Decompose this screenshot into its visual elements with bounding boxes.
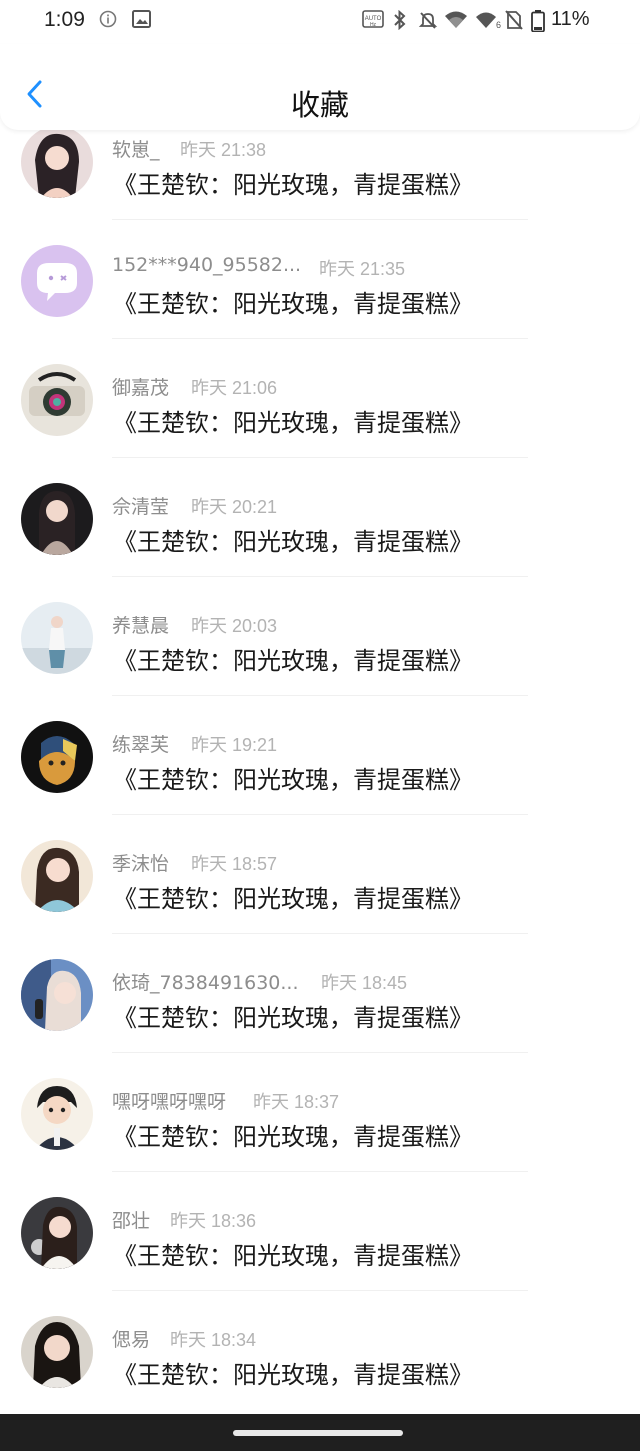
username[interactable]: 依琦_7838491630... (112, 968, 299, 995)
favorite-title[interactable]: 《王楚钦：阳光玫瑰，青提蛋糕》 (113, 165, 473, 200)
list-item[interactable]: 软崽_ 昨天 21:38 《王楚钦：阳光玫瑰，青提蛋糕》 (0, 118, 640, 237)
mute-icon (418, 10, 438, 34)
home-indicator[interactable] (233, 1430, 403, 1436)
favorite-title[interactable]: 《王楚钦：阳光玫瑰，青提蛋糕》 (113, 760, 473, 795)
avatar[interactable] (21, 1316, 93, 1388)
timestamp: 昨天 20:21 (191, 497, 278, 517)
top-app-bar: 收藏 (0, 44, 640, 130)
list-item[interactable]: 练翠芙 昨天 19:21 《王楚钦：阳光玫瑰，青提蛋糕》 (0, 713, 640, 832)
divider (112, 457, 528, 458)
avatar[interactable] (21, 483, 93, 555)
list-item[interactable]: 御嘉茂 昨天 21:06 《王楚钦：阳光玫瑰，青提蛋糕》 (0, 356, 640, 475)
status-time: 1:09 (44, 8, 85, 31)
timestamp: 昨天 18:36 (170, 1211, 257, 1231)
list-item[interactable]: 嘿呀嘿呀嘿呀 昨天 18:37 《王楚钦：阳光玫瑰，青提蛋糕》 (0, 1070, 640, 1189)
page-title: 收藏 (290, 88, 349, 122)
timestamp: 昨天 18:37 (253, 1092, 340, 1112)
avatar[interactable] (21, 1197, 93, 1269)
list-item[interactable]: 邵壮 昨天 18:36 《王楚钦：阳光玫瑰，青提蛋糕》 (0, 1189, 640, 1308)
username[interactable]: 嘿呀嘿呀嘿呀 (112, 1087, 226, 1114)
list-item[interactable]: 152***940_95582... 昨天 21:35 《王楚钦：阳光玫瑰，青提… (0, 237, 640, 356)
timestamp: 昨天 21:06 (191, 378, 278, 398)
avatar[interactable] (21, 721, 93, 793)
favorite-title[interactable]: 《王楚钦：阳光玫瑰，青提蛋糕》 (113, 284, 473, 319)
divider (112, 933, 528, 934)
timestamp: 昨天 20:03 (191, 616, 278, 636)
favorite-title[interactable]: 《王楚钦：阳光玫瑰，青提蛋糕》 (113, 641, 473, 676)
list-item[interactable]: 养慧晨 昨天 20:03 《王楚钦：阳光玫瑰，青提蛋糕》 (0, 594, 640, 713)
avatar[interactable] (21, 840, 93, 912)
svg-text:Hz: Hz (370, 22, 377, 28)
username[interactable]: 佘清莹 (112, 492, 169, 519)
wifi-icon (444, 10, 468, 34)
divider (112, 1290, 528, 1291)
timestamp: 昨天 18:34 (170, 1330, 257, 1350)
list-item[interactable]: 偲易 昨天 18:34 《王楚钦：阳光玫瑰，青提蛋糕》 (0, 1308, 640, 1427)
svg-text:6: 6 (496, 20, 501, 30)
info-icon (99, 10, 117, 32)
timestamp: 昨天 19:21 (191, 735, 278, 755)
favorite-title[interactable]: 《王楚钦：阳光玫瑰，青提蛋糕》 (113, 522, 473, 557)
list-item[interactable]: 季沫怡 昨天 18:57 《王楚钦：阳光玫瑰，青提蛋糕》 (0, 832, 640, 951)
username[interactable]: 偲易 (112, 1325, 150, 1352)
username[interactable]: 邵壮 (112, 1206, 150, 1233)
favorite-title[interactable]: 《王楚钦：阳光玫瑰，青提蛋糕》 (113, 1236, 473, 1271)
image-icon (132, 10, 151, 32)
timestamp: 昨天 18:57 (191, 854, 278, 874)
username[interactable]: 软崽_ (112, 135, 160, 162)
system-navigation-bar (0, 1414, 640, 1451)
battery-percentage: 11% (551, 8, 590, 30)
avatar[interactable] (21, 1078, 93, 1150)
favorite-title[interactable]: 《王楚钦：阳光玫瑰，青提蛋糕》 (113, 1355, 473, 1390)
avatar[interactable] (21, 602, 93, 674)
timestamp: 昨天 21:35 (319, 259, 406, 279)
avatar[interactable] (21, 364, 93, 436)
battery-icon (531, 10, 545, 36)
divider (112, 576, 528, 577)
username[interactable]: 练翠芙 (112, 730, 169, 757)
timestamp: 昨天 21:38 (180, 140, 267, 160)
divider (112, 338, 528, 339)
avatar[interactable] (21, 959, 93, 1031)
favorite-title[interactable]: 《王楚钦：阳光玫瑰，青提蛋糕》 (113, 879, 473, 914)
list-item[interactable]: 佘清莹 昨天 20:21 《王楚钦：阳光玫瑰，青提蛋糕》 (0, 475, 640, 594)
favorite-title[interactable]: 《王楚钦：阳光玫瑰，青提蛋糕》 (113, 1117, 473, 1152)
divider (112, 219, 528, 220)
divider (112, 695, 528, 696)
no-sim-icon (505, 10, 523, 34)
bluetooth-icon (391, 9, 409, 34)
timestamp: 昨天 18:45 (321, 973, 408, 993)
list-item[interactable]: 依琦_7838491630... 昨天 18:45 《王楚钦：阳光玫瑰，青提蛋糕… (0, 951, 640, 1070)
favorite-title[interactable]: 《王楚钦：阳光玫瑰，青提蛋糕》 (113, 403, 473, 438)
username[interactable]: 养慧晨 (112, 611, 169, 638)
username[interactable]: 御嘉茂 (112, 373, 169, 400)
username[interactable]: 季沫怡 (112, 849, 169, 876)
auto-hz-icon: AUTO Hz (362, 10, 384, 34)
divider (112, 814, 528, 815)
avatar[interactable] (21, 245, 93, 317)
username[interactable]: 152***940_95582... (112, 254, 301, 276)
favorite-title[interactable]: 《王楚钦：阳光玫瑰，青提蛋糕》 (113, 998, 473, 1033)
divider (112, 1171, 528, 1172)
divider (112, 1052, 528, 1053)
status-bar: 1:09 AUTO Hz 6 11% (0, 0, 640, 44)
avatar[interactable] (21, 126, 93, 198)
wifi-6-icon: 6 (475, 10, 501, 34)
